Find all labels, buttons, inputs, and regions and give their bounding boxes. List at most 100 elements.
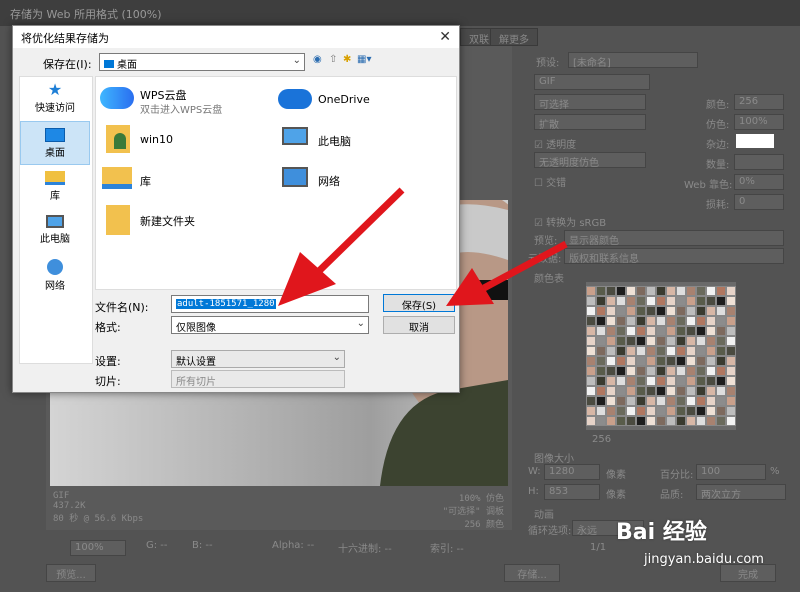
sidebar-item-quick-access[interactable]: ★ 快速访问 bbox=[20, 77, 90, 121]
color-swatch[interactable] bbox=[666, 296, 676, 306]
color-swatch[interactable] bbox=[656, 346, 666, 356]
color-swatch[interactable] bbox=[656, 296, 666, 306]
color-swatch[interactable] bbox=[656, 406, 666, 416]
color-swatch[interactable] bbox=[686, 346, 696, 356]
preset-select[interactable]: [未命名] bbox=[568, 52, 698, 69]
quality-select[interactable]: 两次立方 bbox=[696, 484, 786, 501]
save-button[interactable]: 保存(S) bbox=[383, 294, 455, 312]
zoom-select[interactable]: 100% bbox=[70, 540, 126, 556]
color-swatch[interactable] bbox=[646, 376, 656, 386]
color-swatch[interactable] bbox=[676, 286, 686, 296]
color-swatch[interactable] bbox=[586, 366, 596, 376]
color-swatch[interactable] bbox=[646, 386, 656, 396]
color-swatch[interactable] bbox=[606, 316, 616, 326]
tab-more[interactable]: 解更多 bbox=[490, 28, 538, 46]
color-swatch[interactable] bbox=[636, 346, 646, 356]
color-swatch[interactable] bbox=[656, 316, 666, 326]
color-swatch[interactable] bbox=[706, 376, 716, 386]
color-swatch[interactable] bbox=[716, 316, 726, 326]
color-swatch[interactable] bbox=[686, 296, 696, 306]
color-swatch[interactable] bbox=[626, 416, 636, 426]
color-swatch[interactable] bbox=[626, 406, 636, 416]
color-swatch[interactable] bbox=[706, 336, 716, 346]
filename-input[interactable]: adult-1851571_1280 bbox=[171, 295, 369, 313]
color-swatch[interactable] bbox=[666, 326, 676, 336]
color-swatch[interactable] bbox=[636, 386, 646, 396]
color-swatch[interactable] bbox=[696, 416, 706, 426]
color-swatch[interactable] bbox=[676, 316, 686, 326]
color-swatch[interactable] bbox=[636, 306, 646, 316]
color-swatch[interactable] bbox=[716, 396, 726, 406]
color-swatch[interactable] bbox=[706, 296, 716, 306]
transparency-checkbox[interactable]: ☑ 透明度 bbox=[534, 136, 576, 151]
color-swatch[interactable] bbox=[586, 346, 596, 356]
color-swatch[interactable] bbox=[636, 316, 646, 326]
color-swatch[interactable] bbox=[606, 356, 616, 366]
color-swatch[interactable] bbox=[656, 376, 666, 386]
color-swatch[interactable] bbox=[616, 326, 626, 336]
color-swatch[interactable] bbox=[616, 346, 626, 356]
cancel-button[interactable]: 取消 bbox=[383, 316, 455, 334]
color-swatch[interactable] bbox=[706, 366, 716, 376]
format-select[interactable]: 仅限图像 ⌄ bbox=[171, 316, 369, 334]
color-swatch[interactable] bbox=[666, 416, 676, 426]
color-swatch[interactable] bbox=[686, 416, 696, 426]
color-swatch[interactable] bbox=[696, 376, 706, 386]
color-swatch[interactable] bbox=[636, 406, 646, 416]
color-swatch[interactable] bbox=[706, 286, 716, 296]
color-swatch[interactable] bbox=[686, 366, 696, 376]
color-swatch[interactable] bbox=[726, 366, 736, 376]
color-swatch[interactable] bbox=[646, 356, 656, 366]
color-swatch[interactable] bbox=[716, 356, 726, 366]
color-swatch[interactable] bbox=[696, 286, 706, 296]
sidebar-item-this-pc[interactable]: 此电脑 bbox=[20, 209, 90, 253]
color-swatch[interactable] bbox=[686, 396, 696, 406]
color-swatch[interactable] bbox=[596, 366, 606, 376]
color-swatch[interactable] bbox=[646, 326, 656, 336]
color-swatch[interactable] bbox=[596, 396, 606, 406]
color-table[interactable] bbox=[586, 282, 736, 430]
color-swatch[interactable] bbox=[666, 306, 676, 316]
color-swatch[interactable] bbox=[706, 306, 716, 316]
settings-select[interactable]: 默认设置 ⌄ bbox=[171, 350, 345, 368]
color-swatch[interactable] bbox=[716, 346, 726, 356]
color-swatch[interactable] bbox=[656, 326, 666, 336]
color-swatch[interactable] bbox=[656, 366, 666, 376]
color-swatch[interactable] bbox=[596, 386, 606, 396]
width-input[interactable]: 1280 bbox=[544, 464, 600, 480]
color-swatch[interactable] bbox=[686, 356, 696, 366]
color-swatch[interactable] bbox=[646, 366, 656, 376]
color-swatch[interactable] bbox=[646, 296, 656, 306]
color-swatch[interactable] bbox=[626, 286, 636, 296]
color-swatch[interactable] bbox=[636, 366, 646, 376]
color-swatch[interactable] bbox=[606, 296, 616, 306]
color-swatch[interactable] bbox=[726, 396, 736, 406]
color-swatch[interactable] bbox=[676, 406, 686, 416]
color-swatch[interactable] bbox=[686, 286, 696, 296]
color-swatch[interactable] bbox=[676, 336, 686, 346]
color-swatch[interactable] bbox=[656, 286, 666, 296]
color-swatch[interactable] bbox=[646, 396, 656, 406]
color-swatch[interactable] bbox=[696, 326, 706, 336]
color-swatch[interactable] bbox=[706, 396, 716, 406]
color-swatch[interactable] bbox=[596, 296, 606, 306]
color-swatch[interactable] bbox=[696, 406, 706, 416]
color-swatch[interactable] bbox=[726, 376, 736, 386]
color-swatch[interactable] bbox=[606, 306, 616, 316]
color-swatch[interactable] bbox=[656, 386, 666, 396]
sidebar-item-library[interactable]: 库 bbox=[20, 165, 90, 209]
color-swatch[interactable] bbox=[676, 366, 686, 376]
save-as-button[interactable]: 存储... bbox=[504, 564, 560, 582]
color-swatch[interactable] bbox=[706, 356, 716, 366]
color-swatch[interactable] bbox=[666, 406, 676, 416]
web-snap-input[interactable]: 0% bbox=[734, 174, 784, 190]
color-swatch[interactable] bbox=[626, 306, 636, 316]
color-swatch[interactable] bbox=[676, 296, 686, 306]
color-swatch[interactable] bbox=[606, 376, 616, 386]
color-swatch[interactable] bbox=[726, 306, 736, 316]
color-swatch[interactable] bbox=[726, 416, 736, 426]
lossy-input[interactable]: 0 bbox=[734, 194, 784, 210]
color-swatch[interactable] bbox=[596, 286, 606, 296]
color-swatch[interactable] bbox=[626, 386, 636, 396]
color-swatch[interactable] bbox=[646, 306, 656, 316]
